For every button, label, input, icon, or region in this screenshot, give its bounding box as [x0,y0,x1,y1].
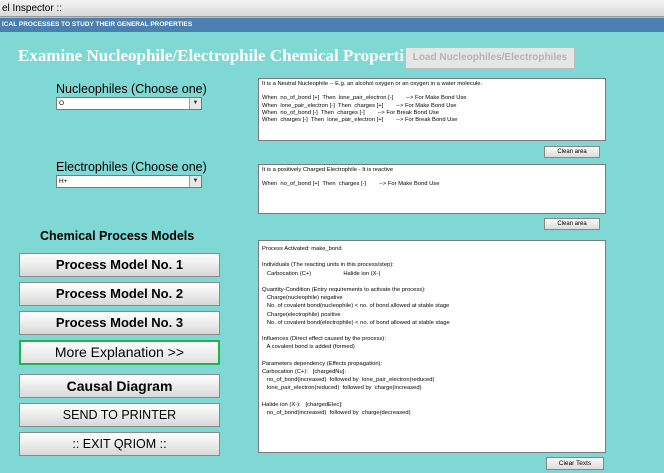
text-line: no_of_bond(increased) followed by charge… [262,410,411,417]
text-line [262,253,602,261]
text-line [262,88,602,95]
text-line: No. of covalent bond(electrophile) < no.… [262,319,450,326]
text-line: When no_of_bond [-] Then charges [-] -->… [262,109,439,116]
more-explanation-button[interactable]: More Explanation >> [19,340,220,365]
electrophile-clean-area-button[interactable]: Clean area [544,218,600,230]
text-line: It is a positively Charged Electrophile … [262,167,394,173]
text-line [262,327,602,335]
text-line: Individuals (The reacting units in this … [262,262,394,269]
nucleophile-description-area[interactable]: It is a Neutral Nucleophile -- E.g. an a… [258,78,606,141]
process-output-area[interactable]: Process Activated: make_bond Individuals… [258,240,606,453]
text-line: Charge(nucleophile) negative [262,295,343,302]
nucleophiles-label: Nucleophiles (Choose one) [56,82,207,96]
text-line [262,174,602,181]
text-line [262,393,602,401]
text-line: lone_pair_electron(reduced) followed by … [262,385,422,392]
text-line: Charge(electrophile) positive [262,311,341,318]
text-line [262,352,602,360]
text-line: No. of covalent bond(nucleophile) < no. … [262,303,450,310]
nucleophile-clean-area-button[interactable]: Clean area [544,146,600,158]
send-to-printer-button[interactable]: SEND TO PRINTER [19,403,220,427]
window-subtitle: ICAL PROCESSES TO STUDY THEIR GENERAL PR… [0,18,664,32]
text-line: Quantity-Condition (Entry requirements t… [262,287,426,294]
text-line [262,278,602,286]
process-model-1-button[interactable]: Process Model No. 1 [19,253,220,277]
text-line: Process Activated: make_bond [262,246,342,252]
text-line: Halide ion (X-): [chargedElec]: [262,401,343,408]
text-line: When no_of_bond [+] Then lone_pair_elect… [262,95,467,102]
text-line: A covalent bond is added (formed) [262,344,355,351]
text-line: Influences (Direct effect caused by the … [262,336,386,343]
chevron-down-icon[interactable]: ▼ [189,98,201,109]
process-model-2-button[interactable]: Process Model No. 2 [19,282,220,306]
electrophiles-label: Electrophiles (Choose one) [56,160,207,174]
text-line: no_of_bond(increased) followed by lone_p… [262,377,435,384]
text-line: When lone_pair_electron [-] Then charges… [262,102,457,109]
electrophile-selected-value: H+ [59,178,68,185]
nucleophile-select[interactable]: O ▼ [56,97,202,110]
exit-button[interactable]: :: EXIT QRIOM :: [19,432,220,456]
nucleophile-selected-value: O [59,100,65,107]
chevron-down-icon[interactable]: ▼ [189,176,201,187]
text-line: When charges [-] Then lone_pair_electron… [262,117,458,124]
text-line: Carbocation (C+) Halide ion (X-) [262,270,381,277]
process-models-heading: Chemical Process Models [40,229,195,243]
text-line: It is a Neutral Nucleophile -- E.g. an a… [262,81,483,87]
page-title: Examine Nucleophile/Electrophile Chemica… [18,46,419,65]
electrophile-select[interactable]: H+ ▼ [56,175,202,188]
text-line: When no_of_bond [+] Then charges [-] -->… [262,181,440,188]
clear-texts-button[interactable]: Clear Texts [546,457,604,470]
window-title: el Inspector :: [0,0,664,17]
text-line: Parameters dependency (Effects propagati… [262,360,383,367]
electrophile-description-area[interactable]: It is a positively Charged Electrophile … [258,164,606,214]
load-nucleophiles-electrophiles-button[interactable]: Load Nucleophiles/Electrophiles [405,47,575,69]
process-model-3-button[interactable]: Process Model No. 3 [19,311,220,335]
causal-diagram-button[interactable]: Causal Diagram [19,374,220,398]
text-line: Carbocation (C+): [chargedNu]: [262,369,346,376]
